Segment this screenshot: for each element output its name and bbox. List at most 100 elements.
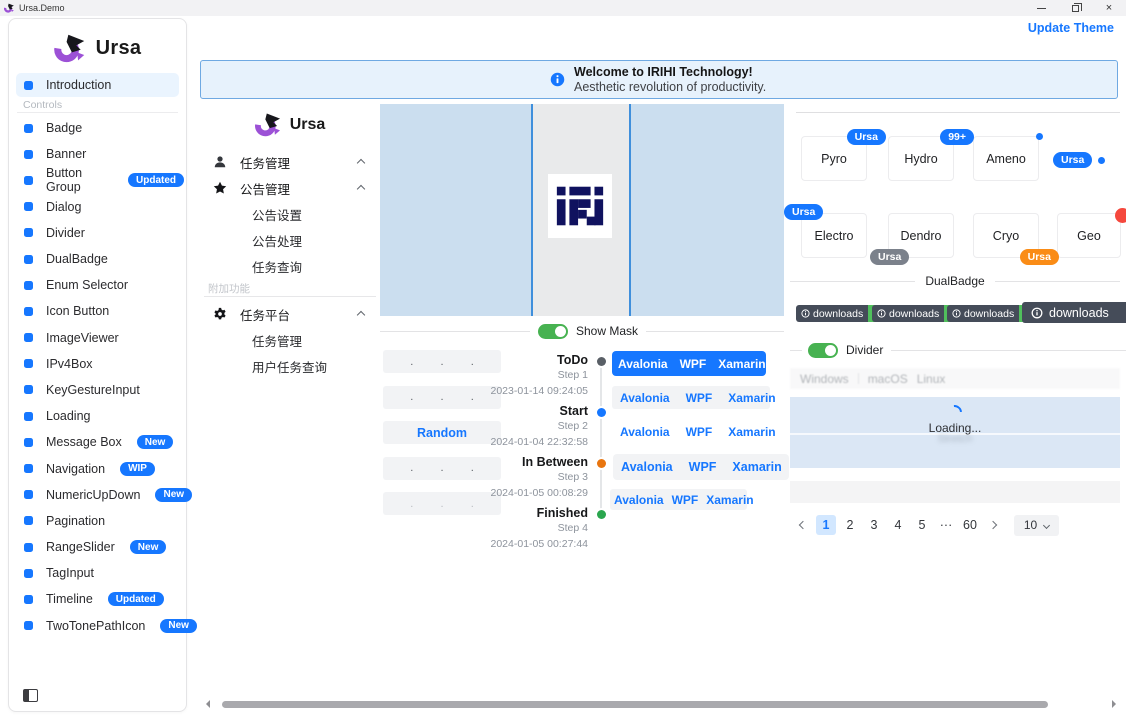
sidebar-item-icon-button[interactable]: Icon Button (16, 298, 184, 324)
sidebar-item-button-group[interactable]: Button GroupUpdated (16, 167, 184, 193)
sidebar-item-numericupdown[interactable]: NumericUpDownNew (16, 482, 184, 508)
update-theme-button[interactable]: Update Theme (1024, 18, 1118, 38)
next-page-button[interactable] (984, 515, 1002, 535)
sidebar-item-navigation[interactable]: NavigationWIP (16, 455, 184, 481)
wpf-button[interactable]: WPF (678, 425, 721, 439)
xamarin-button[interactable]: Xamarin (724, 460, 789, 474)
tab-windows[interactable]: Windows (800, 372, 849, 386)
dualbadge-divider: DualBadge (790, 274, 1120, 288)
chevron-right-icon (989, 521, 997, 529)
page-ellipsis[interactable]: ··· (936, 515, 956, 535)
bullet-icon (24, 281, 33, 290)
bullet-icon (24, 490, 33, 499)
xamarin-button[interactable]: Xamarin (720, 391, 783, 405)
sidebar-item-timeline[interactable]: TimelineUpdated (16, 586, 184, 612)
button-group-primary: Avalonia WPF Xamarin (612, 351, 766, 376)
ursa-badge-gray: Ursa (870, 249, 909, 265)
divider-toggle[interactable] (808, 343, 838, 358)
right-panel: Pyro Ursa Hydro 99+ Ameno Ursa Electro U… (790, 104, 1126, 669)
maximize-button[interactable] (1058, 0, 1092, 16)
avalonia-button[interactable]: Avalonia (612, 357, 674, 371)
menu-item-announcement-process[interactable]: 公告处理 (200, 227, 380, 253)
page-button-60[interactable]: 60 (960, 515, 980, 535)
bullet-icon (24, 255, 33, 264)
bullet-icon (24, 150, 33, 159)
menu-group-announcement[interactable]: 公告管理 (200, 175, 380, 201)
button-group-wide: Avalonia WPF Xamarin (613, 454, 789, 480)
avalonia-button[interactable]: Avalonia (610, 493, 668, 507)
sidebar-item-keygestureinput[interactable]: KeyGestureInput (16, 377, 184, 403)
sidebar-item-divider[interactable]: Divider (16, 220, 184, 246)
page-size-select[interactable]: 10 (1014, 515, 1059, 536)
horizontal-scrollbar-thumb[interactable] (222, 701, 1048, 708)
show-mask-toggle[interactable] (538, 324, 568, 339)
bullet-icon (24, 385, 33, 394)
new-badge: New (137, 435, 174, 449)
previous-page-button[interactable] (794, 515, 812, 535)
tab-macos[interactable]: macOS (868, 372, 908, 386)
wpf-button[interactable]: WPF (681, 460, 725, 474)
sidebar-item-message-box[interactable]: Message BoxNew (16, 429, 184, 455)
collapse-sidebar-icon[interactable] (23, 689, 38, 702)
crop-line-right (629, 104, 631, 316)
timeline-dot-start (597, 408, 606, 417)
scroll-right-arrow[interactable] (1112, 700, 1120, 708)
minimize-button[interactable] (1024, 0, 1058, 16)
new-badge: New (155, 488, 192, 502)
button-group-compact: Avalonia WPF Xamarin (610, 489, 747, 510)
avalonia-button[interactable]: Avalonia (612, 425, 678, 439)
menu-item-task-query[interactable]: 任务查询 (200, 253, 380, 279)
image-viewer[interactable] (380, 104, 784, 316)
viewer-mask-right (630, 104, 784, 316)
page-button-4[interactable]: 4 (888, 515, 908, 535)
sidebar-item-loading[interactable]: Loading (16, 403, 184, 429)
wpf-button[interactable]: WPF (668, 493, 703, 507)
sidebar-item-dualbadge[interactable]: DualBadge (16, 246, 184, 272)
sidebar-item-ipv4box[interactable]: IPv4Box (16, 351, 184, 377)
bullet-icon (24, 228, 33, 237)
sidebar-item-taginput[interactable]: TagInput (16, 560, 184, 586)
sidebar-item-introduction[interactable]: Introduction (16, 73, 179, 97)
menu-item-announcement-settings[interactable]: 公告设置 (200, 201, 380, 227)
wpf-button[interactable]: WPF (678, 391, 721, 405)
welcome-banner: Welcome to IRIHI Technology! Aesthetic r… (200, 60, 1118, 99)
ursa-badge-orange: Ursa (1020, 249, 1059, 265)
scroll-left-arrow[interactable] (202, 700, 210, 708)
xamarin-button[interactable]: Xamarin (712, 357, 771, 371)
bullet-icon (24, 438, 33, 447)
sidebar-item-pagination[interactable]: Pagination (16, 508, 184, 534)
sidebar-brand: Ursa (9, 33, 186, 63)
close-button[interactable]: × (1092, 0, 1126, 16)
sidebar-item-rangeslider[interactable]: RangeSliderNew (16, 534, 184, 560)
app-logo-icon (4, 3, 15, 13)
menu-item-user-task-query[interactable]: 用户任务查询 (200, 353, 380, 379)
page-button-5[interactable]: 5 (912, 515, 932, 535)
brand-name: Ursa (96, 37, 142, 60)
sidebar-item-badge[interactable]: Badge (16, 115, 184, 141)
sidebar-item-twotonepathicon[interactable]: TwoTonePathIconNew (16, 613, 184, 639)
xamarin-button[interactable]: Xamarin (702, 493, 757, 507)
avalonia-button[interactable]: Avalonia (613, 460, 681, 474)
badge-card-cryo: Cryo Ursa (973, 213, 1039, 258)
sidebar-item-dialog[interactable]: Dialog (16, 194, 184, 220)
page-button-1[interactable]: 1 (816, 515, 836, 535)
page-button-2[interactable]: 2 (840, 515, 860, 535)
sidebar-section-divider (17, 112, 178, 113)
sidebar-item-banner[interactable]: Banner (16, 141, 184, 167)
banner-subtitle: Aesthetic revolution of productivity. (574, 80, 768, 95)
timeline-item-start: Start Step 2 2024-01-04 22:32:58 (470, 404, 588, 450)
menu-group-task-management[interactable]: 任务管理 (200, 149, 380, 175)
tab-linux[interactable]: Linux (917, 372, 946, 386)
updated-badge: Updated (108, 592, 164, 606)
avalonia-button[interactable]: Avalonia (612, 391, 678, 405)
xamarin-button[interactable]: Xamarin (720, 425, 783, 439)
sidebar-item-enum-selector[interactable]: Enum Selector (16, 272, 184, 298)
sidebar-item-imageviewer[interactable]: ImageViewer (16, 325, 184, 351)
wpf-button[interactable]: WPF (674, 357, 713, 371)
menu-group-task-platform[interactable]: 任务平台 (200, 301, 380, 327)
bullet-icon (24, 412, 33, 421)
dot-badge-standalone (1098, 157, 1105, 164)
menu-item-task-management[interactable]: 任务管理 (200, 327, 380, 353)
page-button-3[interactable]: 3 (864, 515, 884, 535)
ursa-badge: Ursa (784, 204, 823, 220)
